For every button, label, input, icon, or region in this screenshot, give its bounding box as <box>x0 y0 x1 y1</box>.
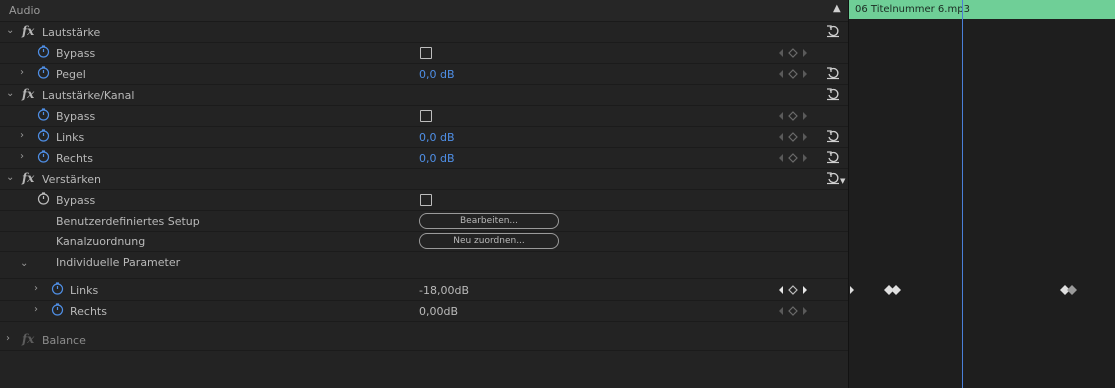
keyframe-nav-icon[interactable] <box>773 284 813 296</box>
param-label: Rechts <box>70 305 107 318</box>
stopwatch-icon[interactable] <box>51 303 64 316</box>
keyframe-nav-icon[interactable] <box>773 131 813 143</box>
param-row-kanalzuordnung: Kanalzuordnung Neu zuordnen... <box>0 231 848 252</box>
rechts-value[interactable]: 0,00dB <box>419 305 458 318</box>
param-label: Bypass <box>56 110 96 123</box>
keyframe-marker <box>1067 285 1077 295</box>
collapse-up-icon[interactable]: ▲ <box>833 3 841 14</box>
keyframe-marker <box>850 286 854 294</box>
effect-name: Lautstärke/Kanal <box>42 89 135 102</box>
param-row-bypass: Bypass <box>0 106 848 127</box>
reset-icon[interactable] <box>826 66 840 80</box>
chevron-down-icon[interactable]: ⌄ <box>6 88 14 99</box>
fx-icon[interactable]: fx <box>22 171 34 185</box>
stopwatch-icon[interactable] <box>37 108 50 121</box>
stopwatch-icon[interactable] <box>37 45 50 58</box>
effect-controls-panel: Audio ▲ ⌄ fx Lautstärke Bypass › Pegel 0… <box>0 0 848 388</box>
reset-icon[interactable] <box>826 129 840 143</box>
stopwatch-icon[interactable] <box>37 66 50 79</box>
param-label: Rechts <box>56 152 93 165</box>
fx-icon[interactable]: fx <box>22 332 34 346</box>
chevron-right-icon[interactable]: › <box>20 151 24 162</box>
param-label: Links <box>70 284 99 297</box>
stopwatch-icon <box>37 192 50 205</box>
param-row-rechts: › Rechts 0,0 dB <box>0 148 848 169</box>
param-label: Pegel <box>56 68 86 81</box>
keyframe-nav-icon[interactable] <box>773 305 813 317</box>
panel-header: Audio ▲ <box>0 0 848 22</box>
param-row-bypass: Bypass <box>0 190 848 211</box>
keyframe-nav-icon[interactable] <box>773 152 813 164</box>
effect-row-kanal[interactable]: ⌄ fx Lautstärke/Kanal <box>0 85 848 106</box>
links-value[interactable]: -18,00dB <box>419 284 469 297</box>
reset-icon[interactable] <box>826 171 840 185</box>
effect-name: Lautstärke <box>42 26 101 39</box>
chevron-right-icon[interactable]: › <box>34 283 38 294</box>
keyframe-track[interactable] <box>848 283 1115 297</box>
pegel-value[interactable]: 0,0 dB <box>419 68 455 81</box>
param-label: Links <box>56 131 85 144</box>
param-row-rechts: › Rechts 0,00dB <box>0 301 848 322</box>
chevron-down-icon[interactable]: ⌄ <box>6 25 14 36</box>
reset-icon[interactable] <box>826 150 840 164</box>
keyframe-nav-icon[interactable] <box>773 68 813 80</box>
param-row-links: › Links -18,00dB <box>0 280 848 301</box>
chevron-right-icon[interactable]: › <box>20 130 24 141</box>
reset-icon[interactable] <box>826 24 840 38</box>
links-value[interactable]: 0,0 dB <box>419 131 455 144</box>
stopwatch-icon[interactable] <box>37 129 50 142</box>
param-group-individual: ⌄ Individuelle Parameter <box>0 252 848 279</box>
effect-name: Verstärken <box>42 173 101 186</box>
chevron-right-icon[interactable]: › <box>34 304 38 315</box>
param-row-pegel: › Pegel 0,0 dB <box>0 64 848 85</box>
param-row-bypass: Bypass <box>0 43 848 64</box>
remap-button[interactable]: Neu zuordnen... <box>419 233 559 249</box>
clip-name: 06 Titelnummer 6.mp3 <box>855 4 970 15</box>
stopwatch-icon[interactable] <box>37 150 50 163</box>
param-label: Bypass <box>56 47 96 60</box>
rechts-value[interactable]: 0,0 dB <box>419 152 455 165</box>
clip-bar[interactable]: 06 Titelnummer 6.mp3 <box>849 0 1115 19</box>
fx-icon[interactable]: fx <box>22 24 34 38</box>
effect-row-balance[interactable]: › fx Balance <box>0 330 848 351</box>
bypass-checkbox[interactable] <box>420 47 432 59</box>
bypass-checkbox[interactable] <box>420 110 432 122</box>
reset-icon[interactable] <box>826 87 840 101</box>
effect-row-verstaerken[interactable]: ⌄ fx Verstärken ▼ <box>0 169 848 190</box>
param-label: Kanalzuordnung <box>56 235 146 248</box>
chevron-down-icon[interactable]: ⌄ <box>6 172 14 183</box>
edit-button[interactable]: Bearbeiten... <box>419 213 559 229</box>
keyframe-marker <box>891 285 901 295</box>
chevron-right-icon[interactable]: › <box>20 67 24 78</box>
panel-title: Audio <box>9 4 41 17</box>
timeline-panel[interactable] <box>848 0 1115 388</box>
param-label: Benutzerdefiniertes Setup <box>56 215 200 228</box>
fx-icon[interactable]: fx <box>22 87 34 101</box>
param-row-setup: Benutzerdefiniertes Setup Bearbeiten... <box>0 211 848 232</box>
param-label: Individuelle Parameter <box>56 256 181 269</box>
effect-name: Balance <box>42 334 86 347</box>
dropdown-arrow-icon[interactable]: ▼ <box>840 177 845 185</box>
chevron-right-icon[interactable]: › <box>6 333 10 344</box>
playhead[interactable] <box>962 0 963 388</box>
param-label: Bypass <box>56 194 96 207</box>
keyframe-nav-icon[interactable] <box>773 110 813 122</box>
bypass-checkbox[interactable] <box>420 194 432 206</box>
effect-row-lautstaerke[interactable]: ⌄ fx Lautstärke <box>0 22 848 43</box>
chevron-down-icon[interactable]: ⌄ <box>20 258 28 269</box>
param-row-links: › Links 0,0 dB <box>0 127 848 148</box>
keyframe-nav-icon[interactable] <box>773 47 813 59</box>
stopwatch-icon[interactable] <box>51 282 64 295</box>
